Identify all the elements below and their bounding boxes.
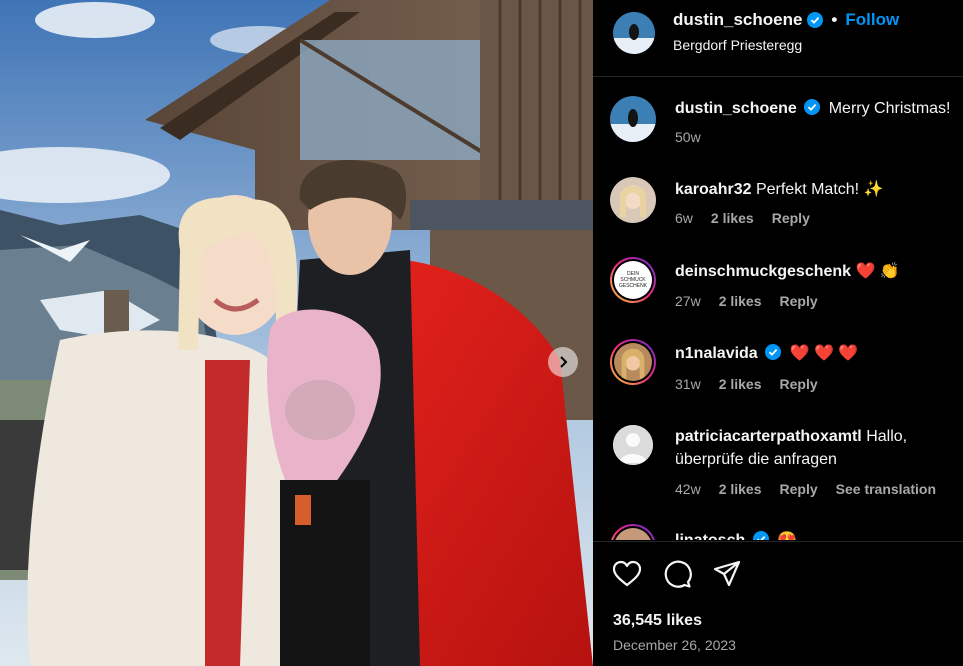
- post-header: dustin_schoene • Follow Bergdorf Prieste…: [593, 0, 963, 77]
- avatar-image: [610, 177, 656, 223]
- photo-illustration: [0, 0, 593, 666]
- comment-username[interactable]: patriciacarterpathoxamtl: [675, 428, 862, 445]
- comment-username[interactable]: n1nalavida: [675, 345, 758, 362]
- avatar-image: [614, 528, 652, 540]
- comment-icon[interactable]: [662, 559, 692, 589]
- comment-likes[interactable]: 2 likes: [719, 376, 762, 392]
- comment-text: Perfekt Match! ✨: [755, 181, 884, 198]
- post-location[interactable]: Bergdorf Priesteregg: [673, 37, 802, 53]
- post-side-panel: dustin_schoene • Follow Bergdorf Prieste…: [593, 0, 963, 666]
- comment-username[interactable]: dustin_schoene: [675, 100, 797, 117]
- comment-meta: 31w 2 likes Reply: [675, 376, 818, 392]
- comment-avatar[interactable]: [610, 96, 656, 142]
- comment-meta: 27w 2 likes Reply: [675, 293, 818, 309]
- chevron-right-icon: [560, 356, 568, 368]
- comments-list[interactable]: dustin_schoene Merry Christmas! 50w karo…: [593, 78, 963, 540]
- post-actions: 36,545 likes December 26, 2023: [593, 541, 963, 666]
- comment-username[interactable]: linatosch: [675, 532, 745, 540]
- verified-badge-icon: [804, 99, 821, 115]
- share-icon[interactable]: [712, 559, 742, 589]
- heart-icon[interactable]: [612, 559, 642, 589]
- comment-username[interactable]: karoahr32: [675, 181, 752, 198]
- avatar-image: [613, 12, 655, 54]
- comment-avatar[interactable]: [613, 425, 653, 465]
- brand-logo-text: DEIN SCHMUCK GESCHENK: [619, 271, 648, 289]
- comment-text: Merry Christmas!: [828, 100, 951, 117]
- comment-text: 😍: [777, 532, 797, 540]
- post-photo[interactable]: [0, 0, 593, 666]
- likes-count[interactable]: 36,545 likes: [613, 612, 702, 630]
- comment-text: ❤️ 👏: [855, 263, 900, 280]
- comment-avatar[interactable]: DEIN SCHMUCK GESCHENK: [610, 257, 656, 303]
- comment-time[interactable]: 50w: [675, 129, 701, 145]
- reply-button[interactable]: Reply: [780, 293, 818, 309]
- comment-likes[interactable]: 2 likes: [719, 293, 762, 309]
- comment-time[interactable]: 42w: [675, 481, 701, 497]
- follow-button[interactable]: Follow: [845, 10, 899, 30]
- comment-likes[interactable]: 2 likes: [719, 481, 762, 497]
- header-line: dustin_schoene • Follow: [673, 10, 899, 30]
- comment-text-block: linatosch 😍: [675, 529, 955, 540]
- action-icons: [612, 559, 742, 589]
- author-username[interactable]: dustin_schoene: [673, 10, 802, 30]
- verified-badge-icon: [807, 12, 824, 28]
- avatar-image: [610, 96, 656, 142]
- comment-text-block: deinschmuckgeschenk ❤️ 👏: [675, 260, 955, 283]
- comment-text: ❤️ ❤️ ❤️: [789, 345, 859, 362]
- reply-button[interactable]: Reply: [780, 481, 818, 497]
- comment-time[interactable]: 27w: [675, 293, 701, 309]
- author-avatar[interactable]: [613, 12, 655, 54]
- avatar-image: [614, 343, 652, 381]
- comment-likes[interactable]: 2 likes: [711, 210, 754, 226]
- see-translation-button[interactable]: See translation: [836, 481, 936, 497]
- comment-text-block: n1nalavida ❤️ ❤️ ❤️: [675, 342, 955, 365]
- default-avatar-icon: [613, 425, 653, 465]
- comment-meta: 6w 2 likes Reply: [675, 210, 810, 226]
- next-image-button[interactable]: [548, 347, 578, 377]
- comment-text-block: dustin_schoene Merry Christmas!: [675, 97, 955, 120]
- comment-meta: 50w: [675, 129, 701, 145]
- verified-badge-icon: [765, 344, 782, 360]
- comment-meta: 42w 2 likes Reply See translation: [675, 481, 936, 497]
- comment-time[interactable]: 31w: [675, 376, 701, 392]
- brand-logo-avatar: DEIN SCHMUCK GESCHENK: [614, 261, 652, 299]
- comment-avatar[interactable]: [610, 339, 656, 385]
- post-date[interactable]: December 26, 2023: [613, 637, 736, 653]
- comment-time[interactable]: 6w: [675, 210, 693, 226]
- comment-avatar[interactable]: [610, 177, 656, 223]
- comment-text-block: karoahr32 Perfekt Match! ✨: [675, 178, 955, 201]
- comment-text-block: patriciacarterpathoxamtl Hallo, überprüf…: [675, 425, 955, 471]
- comment-avatar[interactable]: [610, 524, 656, 540]
- comment-username[interactable]: deinschmuckgeschenk: [675, 263, 851, 280]
- separator-dot: •: [831, 10, 838, 29]
- reply-button[interactable]: Reply: [780, 376, 818, 392]
- avatar-photo: [614, 343, 652, 381]
- verified-badge-icon: [752, 531, 769, 540]
- reply-button[interactable]: Reply: [772, 210, 810, 226]
